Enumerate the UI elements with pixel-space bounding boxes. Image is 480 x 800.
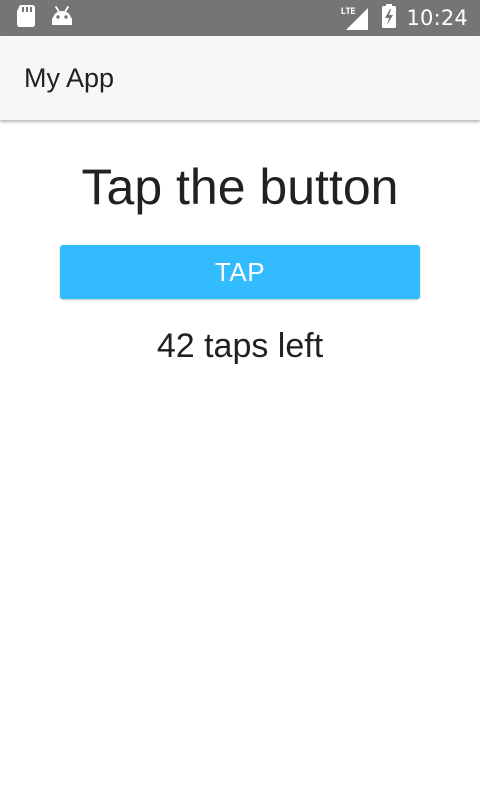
status-notification-icons bbox=[17, 5, 73, 31]
main-content: Tap the button TAP 42 taps left bbox=[0, 120, 480, 800]
status-system-icons: LTE 10:24 bbox=[340, 0, 468, 36]
android-icon bbox=[51, 6, 73, 30]
taps-left-counter: 42 taps left bbox=[156, 327, 324, 365]
status-bar: LTE 10:24 bbox=[0, 0, 480, 36]
tap-button[interactable]: TAP bbox=[60, 245, 420, 299]
network-indicator: LTE bbox=[340, 6, 369, 30]
instruction-heading: Tap the button bbox=[81, 159, 399, 215]
battery-charging-icon bbox=[382, 4, 397, 32]
status-time: 10:24 bbox=[406, 6, 468, 30]
app-bar: My App bbox=[0, 36, 480, 120]
signal-icon bbox=[346, 8, 369, 30]
sd-card-icon bbox=[17, 5, 35, 31]
app-title: My App bbox=[24, 63, 115, 93]
